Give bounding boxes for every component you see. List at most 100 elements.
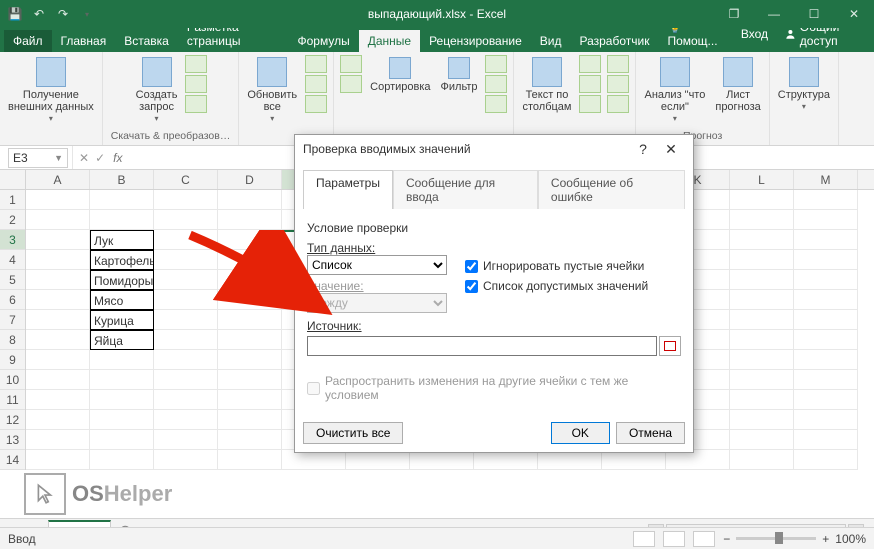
forecast-sheet-button[interactable]: Лист прогноза [713,55,762,115]
cell[interactable] [602,450,666,470]
row-header[interactable]: 4 [0,250,25,270]
cell[interactable] [154,390,218,410]
zoom-control[interactable]: − + 100% [723,532,866,546]
save-icon[interactable]: 💾 [6,5,24,23]
manage-data-model-icon[interactable] [607,95,629,113]
cell[interactable] [282,450,346,470]
dialog-tab-error-alert[interactable]: Сообщение об ошибке [538,170,685,209]
source-input[interactable] [307,336,657,356]
cell[interactable] [218,190,282,210]
row-header[interactable]: 10 [0,370,25,390]
cell[interactable] [26,410,90,430]
col-header[interactable]: D [218,170,282,189]
edit-links-icon[interactable] [305,95,327,113]
cell[interactable]: Помидоры [90,270,154,290]
cell[interactable] [90,370,154,390]
cancel-button[interactable]: Отмена [616,422,685,444]
tab-developer[interactable]: Разработчик [570,30,658,52]
tab-formulas[interactable]: Формулы [289,30,359,52]
advanced-icon[interactable] [485,95,507,113]
cell[interactable] [730,310,794,330]
cell[interactable] [26,390,90,410]
cell[interactable] [794,270,858,290]
redo-icon[interactable]: ↷ [54,5,72,23]
cell[interactable] [26,230,90,250]
text-to-columns-button[interactable]: Текст по столбцам [520,55,573,115]
cell[interactable] [730,270,794,290]
outline-button[interactable]: Структура▾ [776,55,832,114]
cell[interactable] [90,410,154,430]
fx-icon[interactable]: fx [113,151,122,165]
cell[interactable] [218,350,282,370]
show-queries-icon[interactable] [185,55,207,73]
minimize-icon[interactable]: — [754,0,794,28]
cell[interactable] [26,330,90,350]
cell[interactable]: Курица [90,310,154,330]
tab-review[interactable]: Рецензирование [420,30,531,52]
cell[interactable] [154,450,218,470]
cell[interactable] [154,330,218,350]
ribbon-display-icon[interactable]: ❐ [714,0,754,28]
cell[interactable] [90,350,154,370]
cell[interactable] [154,410,218,430]
cell[interactable] [154,350,218,370]
cell[interactable] [794,430,858,450]
row-header[interactable]: 14 [0,450,25,470]
from-table-icon[interactable] [185,75,207,93]
cell[interactable] [794,290,858,310]
cell[interactable] [794,310,858,330]
cell[interactable] [26,250,90,270]
dialog-tab-input-message[interactable]: Сообщение для ввода [393,170,538,209]
cell[interactable] [26,290,90,310]
undo-icon[interactable]: ↶ [30,5,48,23]
cell[interactable] [218,410,282,430]
page-layout-view-icon[interactable] [663,531,685,547]
cell[interactable] [154,250,218,270]
cell[interactable] [730,370,794,390]
cell[interactable] [154,210,218,230]
cell[interactable] [90,430,154,450]
cell[interactable] [26,270,90,290]
sort-az-icon[interactable] [340,55,362,73]
cell[interactable] [26,430,90,450]
col-header[interactable]: B [90,170,154,189]
cell[interactable] [538,450,602,470]
cell[interactable] [26,370,90,390]
cell[interactable] [218,370,282,390]
ok-button[interactable]: OK [551,422,610,444]
normal-view-icon[interactable] [633,531,655,547]
clear-filter-icon[interactable] [485,55,507,73]
cell[interactable] [794,230,858,250]
cell[interactable] [730,350,794,370]
cell[interactable] [218,270,282,290]
cell[interactable] [730,290,794,310]
cell[interactable] [474,450,538,470]
cell[interactable]: Яйца [90,330,154,350]
cell[interactable] [730,410,794,430]
range-selector-button[interactable] [659,336,681,356]
zoom-level[interactable]: 100% [835,532,866,546]
row-header[interactable]: 9 [0,350,25,370]
row-header[interactable]: 13 [0,430,25,450]
row-header[interactable]: 8 [0,330,25,350]
cell[interactable] [218,330,282,350]
cell[interactable] [666,450,730,470]
zoom-slider[interactable] [736,537,816,540]
new-query-button[interactable]: Создать запрос▾ [134,55,180,126]
cell[interactable] [154,230,218,250]
cell[interactable] [794,210,858,230]
cell[interactable] [26,210,90,230]
tab-home[interactable]: Главная [52,30,116,52]
zoom-out-icon[interactable]: − [723,532,730,546]
row-header[interactable]: 1 [0,190,25,210]
cell[interactable] [730,190,794,210]
cell[interactable] [730,250,794,270]
cell[interactable] [218,430,282,450]
row-header[interactable]: 3 [0,230,25,250]
row-header[interactable]: 2 [0,210,25,230]
cancel-formula-icon[interactable]: ✕ [79,151,89,165]
cell[interactable] [794,450,858,470]
row-header[interactable]: 12 [0,410,25,430]
cell[interactable]: Картофель [90,250,154,270]
cell[interactable] [794,330,858,350]
